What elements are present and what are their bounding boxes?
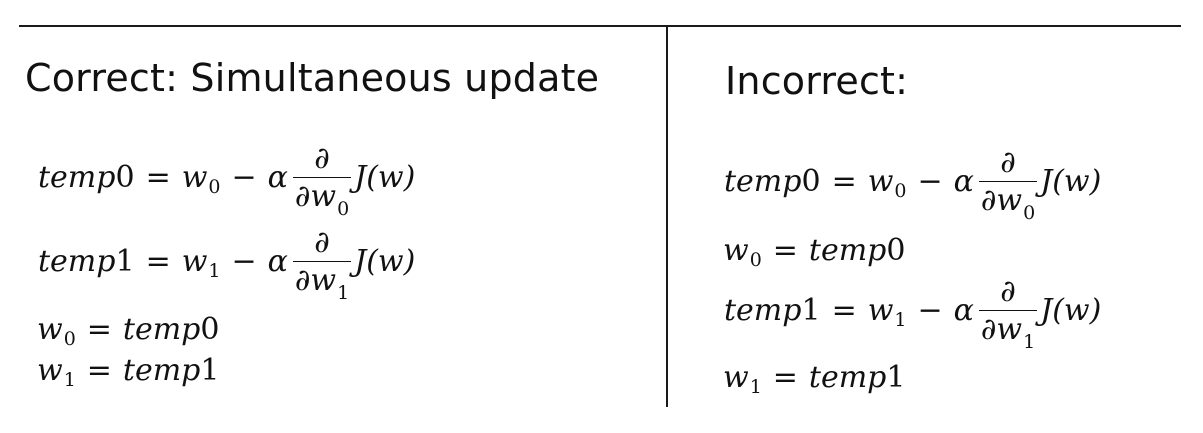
equation-w1-assign: w1 = temp 1 [723,360,906,398]
heading-incorrect: Incorrect: [725,59,909,103]
top-rule [19,25,1181,27]
equation-w0-assign: w0 = temp 0 [37,312,220,350]
partial-derivative-fraction: ∂ ∂w0 [292,141,352,220]
column-divider [666,27,668,407]
partial-derivative-fraction: ∂ ∂w0 [978,145,1038,224]
equation-temp1-update: temp 1 = w1 − α ∂ ∂w1 J(w) [724,274,1102,353]
equation-w1-assign: w1 = temp 1 [37,353,220,391]
partial-derivative-fraction: ∂ ∂w1 [292,225,352,304]
equation-temp0-update: temp 0 = w0 − α ∂ ∂w0 J(w) [724,145,1102,224]
equation-w0-assign: w0 = temp 0 [723,233,906,271]
heading-correct: Correct: Simultaneous update [25,56,600,100]
equation-temp1-update: temp 1 = w1 − α ∂ ∂w1 J(w) [38,225,416,304]
partial-derivative-fraction: ∂ ∂w1 [978,274,1038,353]
equation-temp0-update: temp 0 = w0 − α ∂ ∂w0 J(w) [38,141,416,220]
